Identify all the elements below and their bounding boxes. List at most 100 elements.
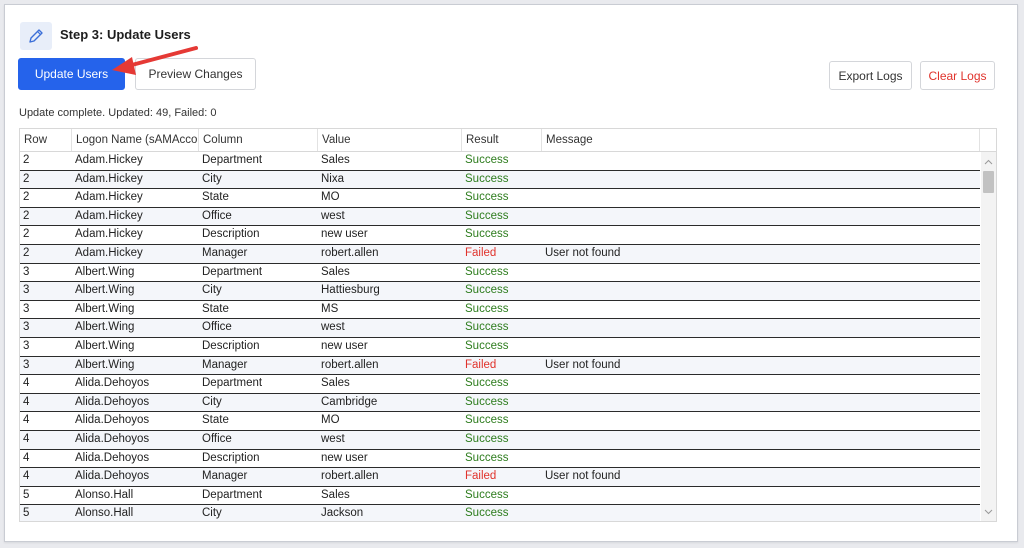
result-cell: Failed	[465, 246, 497, 259]
value-cell: robert.allen	[321, 358, 379, 371]
table-row[interactable]: 4 Alida.Dehoyos City Cambridge Success	[20, 393, 980, 413]
table-row[interactable]: 2 Adam.Hickey Office west Success	[20, 207, 980, 227]
column-cell: Department	[202, 154, 263, 166]
value-cell: MO	[321, 191, 340, 204]
table-row[interactable]: 3 Albert.Wing Manager robert.allen Failed Use…	[20, 356, 980, 376]
row-number-cell: 2	[23, 228, 30, 241]
header-row[interactable]: Row	[20, 129, 72, 151]
row-number-cell: 4	[23, 395, 30, 408]
table-row[interactable]: 2 Adam.Hickey Description new user Success	[20, 226, 980, 245]
header-logon-name[interactable]: Logon Name (sAMAccountName)	[72, 129, 199, 151]
value-cell: Jackson	[321, 507, 364, 520]
logon-name-cell: Adam.Hickey	[75, 228, 143, 241]
logon-name-cell: Albert.Wing	[75, 265, 135, 278]
message-cell	[542, 375, 980, 393]
result-cell: Success	[465, 265, 509, 278]
row-number-cell: 3	[23, 339, 30, 352]
row-number-cell: 4	[23, 432, 30, 445]
value-cell: west	[321, 321, 345, 334]
export-logs-button[interactable]: Export Logs	[829, 61, 912, 90]
column-cell: Department	[202, 488, 263, 501]
result-cell: Success	[465, 228, 509, 241]
message-cell	[542, 171, 980, 189]
column-cell: State	[202, 191, 229, 204]
table-row[interactable]: 5 Alonso.Hall Department Sales Success	[20, 486, 980, 506]
message-cell	[542, 152, 980, 170]
message-cell	[542, 264, 980, 282]
clear-logs-button[interactable]: Clear Logs	[920, 61, 995, 90]
row-number-cell: 2	[23, 246, 30, 259]
result-cell: Success	[465, 451, 509, 464]
result-cell: Success	[465, 488, 509, 501]
row-number-cell: 2	[23, 209, 30, 222]
value-cell: new user	[321, 228, 368, 241]
value-cell: west	[321, 432, 345, 445]
logon-name-cell: Albert.Wing	[75, 284, 135, 297]
grid-header: Row Logon Name (sAMAccountName) Column V…	[20, 129, 996, 152]
result-cell: Success	[465, 302, 509, 315]
result-cell: Success	[465, 284, 509, 297]
result-cell: Success	[465, 191, 509, 204]
row-number-cell: 4	[23, 377, 30, 390]
value-cell: new user	[321, 451, 368, 464]
logon-name-cell: Albert.Wing	[75, 321, 135, 334]
scroll-thumb[interactable]	[983, 171, 994, 193]
row-number-cell: 4	[23, 470, 30, 483]
table-row[interactable]: 4 Alida.Dehoyos State MO Success	[20, 412, 980, 431]
column-cell: City	[202, 172, 222, 185]
value-cell: west	[321, 209, 345, 222]
column-cell: Office	[202, 432, 232, 445]
row-number-cell: 5	[23, 507, 30, 520]
logon-name-cell: Albert.Wing	[75, 302, 135, 315]
message-cell: User not found	[545, 246, 621, 259]
message-cell	[542, 208, 980, 226]
table-row[interactable]: 3 Albert.Wing City Hattiesburg Success	[20, 282, 980, 301]
message-cell	[542, 412, 980, 430]
pencil-icon	[20, 22, 52, 50]
header-column[interactable]: Column	[199, 129, 318, 151]
table-row[interactable]: 2 Adam.Hickey Manager robert.allen Failed Use…	[20, 244, 980, 264]
table-row[interactable]: 2 Adam.Hickey State MO Success	[20, 189, 980, 208]
table-row[interactable]: 4 Alida.Dehoyos Description new user Success	[20, 449, 980, 469]
logon-name-cell: Alida.Dehoyos	[75, 432, 150, 445]
update-users-button[interactable]: Update Users	[18, 58, 125, 90]
status-message: Update complete. Updated: 49, Failed: 0	[19, 107, 217, 119]
table-row[interactable]: 3 Albert.Wing Description new user Success	[20, 337, 980, 357]
preview-changes-button[interactable]: Preview Changes	[135, 58, 256, 90]
row-number-cell: 3	[23, 302, 30, 315]
logon-name-cell: Alonso.Hall	[75, 488, 134, 501]
result-cell: Success	[465, 339, 509, 352]
table-row[interactable]: 3 Albert.Wing State MS Success	[20, 300, 980, 320]
logon-name-cell: Adam.Hickey	[75, 209, 143, 222]
result-cell: Success	[465, 432, 509, 445]
column-cell: City	[202, 507, 222, 520]
table-row[interactable]: 4 Alida.Dehoyos Office west Success	[20, 430, 980, 450]
value-cell: robert.allen	[321, 246, 379, 259]
table-row[interactable]: 2 Adam.Hickey Department Sales Success	[20, 152, 980, 171]
table-row[interactable]: 3 Albert.Wing Office west Success	[20, 319, 980, 338]
vertical-scrollbar[interactable]	[981, 152, 996, 521]
row-number-cell: 3	[23, 321, 30, 334]
logon-name-cell: Adam.Hickey	[75, 154, 143, 166]
message-cell	[542, 450, 980, 468]
header-message[interactable]: Message	[542, 129, 980, 151]
header-value[interactable]: Value	[318, 129, 462, 151]
scroll-down-icon[interactable]	[981, 504, 996, 519]
table-row[interactable]: 5 Alonso.Hall City Jackson Success	[20, 505, 980, 521]
result-cell: Failed	[465, 358, 497, 371]
logon-name-cell: Albert.Wing	[75, 339, 135, 352]
table-row[interactable]: 4 Alida.Dehoyos Manager robert.allen Failed U…	[20, 468, 980, 487]
column-cell: City	[202, 395, 222, 408]
result-cell: Failed	[465, 470, 497, 483]
table-row[interactable]: 2 Adam.Hickey City Nixa Success	[20, 170, 980, 190]
message-cell	[542, 226, 980, 244]
column-cell: State	[202, 302, 229, 315]
table-row[interactable]: 4 Alida.Dehoyos Department Sales Success	[20, 375, 980, 394]
table-row[interactable]: 3 Albert.Wing Department Sales Success	[20, 263, 980, 283]
value-cell: Hattiesburg	[321, 284, 380, 297]
header-result[interactable]: Result	[462, 129, 542, 151]
message-cell	[542, 394, 980, 412]
scroll-up-icon[interactable]	[981, 154, 996, 169]
message-cell	[542, 431, 980, 449]
message-cell	[542, 189, 980, 207]
